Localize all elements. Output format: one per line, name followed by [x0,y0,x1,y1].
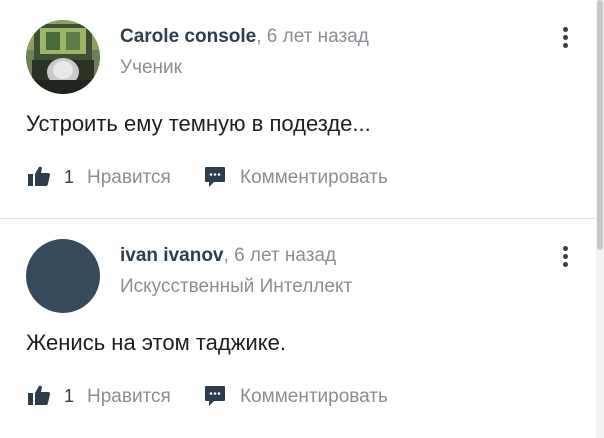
author-separator: , [256,26,262,47]
comment-actions: 1 Нравится Комментировать [26,382,546,410]
author-line: ivan ivanov, 6 лет назад [120,245,336,267]
author-line: Carole console, 6 лет назад [120,26,369,48]
reply-button[interactable]: Комментировать [204,163,424,191]
author-name[interactable]: ivan ivanov [120,245,224,266]
reply-label: Комментировать [240,386,388,407]
reply-label: Комментировать [240,167,388,188]
like-count: 1 [64,386,75,406]
comment-text: Женись на этом таджике. [26,330,286,355]
scrollbar[interactable] [596,0,604,438]
scrollbar-thumb[interactable] [597,0,603,250]
comment-text: Устроить ему темную в подезде... [26,111,371,136]
author-name[interactable]: Carole console [120,26,256,47]
avatar[interactable] [26,239,100,313]
like-label: Нравится [87,167,171,188]
comment-actions: 1 Нравится Комментировать [26,163,546,191]
reply-button[interactable]: Комментировать [204,382,424,410]
more-options-button[interactable] [556,26,576,50]
timestamp: 6 лет назад [234,245,337,266]
thumbs-up-icon [28,166,50,186]
thumbs-up-icon [28,385,50,405]
avatar[interactable] [26,20,100,94]
more-options-button[interactable] [556,245,576,269]
comment-item: ivan ivanov, 6 лет назад Искусственный И… [0,219,590,438]
comment-feed: Carole console, 6 лет назад Ученик Устро… [0,0,604,438]
author-rank: Искусственный Интеллект [120,276,353,297]
comment-item: Carole console, 6 лет назад Ученик Устро… [0,0,590,218]
avatar-photo [26,20,100,94]
timestamp: 6 лет назад [266,26,369,47]
author-separator: , [223,245,229,266]
like-count: 1 [64,167,75,187]
more-vertical-icon [563,27,568,32]
speech-bubble-icon [205,167,225,187]
author-rank: Ученик [120,57,182,78]
like-label: Нравится [87,386,171,407]
speech-bubble-icon [205,386,225,406]
more-vertical-icon [563,246,568,251]
